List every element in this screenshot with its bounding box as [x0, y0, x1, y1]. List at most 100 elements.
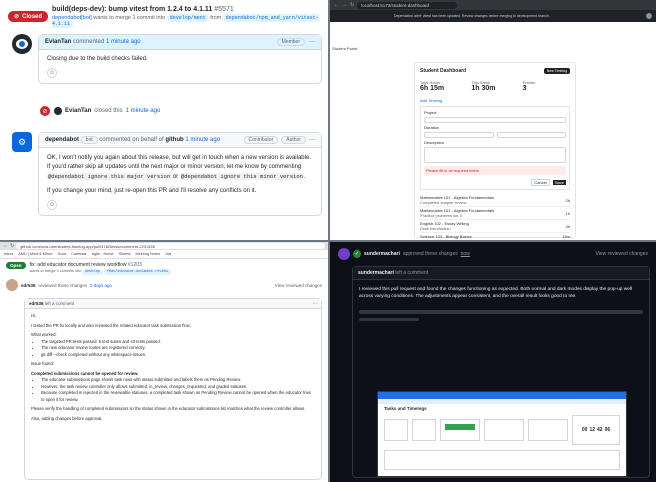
event-time[interactable]: 1 minute ago: [126, 108, 161, 114]
forward-icon[interactable]: →: [342, 2, 347, 8]
sign-off: Also, adding changes before approval.: [31, 415, 103, 421]
bookmark[interactable]: Sheets: [119, 252, 131, 256]
event-action: closed this: [94, 108, 123, 114]
dependabot-icon[interactable]: ⚙: [12, 132, 32, 152]
bookmark[interactable]: AMD | Mind & Mirror: [18, 252, 52, 256]
student-dashboard-window: ← → ↻ localhost:5173/student-dashboard D…: [330, 0, 656, 240]
reaction-icon[interactable]: ☺: [47, 68, 57, 78]
reload-icon[interactable]: ↻: [350, 2, 354, 8]
approval-action: approved these changes: [402, 251, 458, 257]
pr-title: fix: add educator document review workfl…: [29, 262, 127, 268]
project-select[interactable]: [424, 117, 566, 123]
list-item: Because completed is rejected in the rev…: [41, 390, 315, 403]
user-avatar[interactable]: [646, 13, 652, 19]
collapsed-line: [359, 310, 643, 314]
comment-body: OK, I won't notify you again about this …: [47, 155, 311, 180]
base-branch-pill[interactable]: develop: [82, 269, 103, 275]
timelog-list: Mathematics 101 - Algebra Fundamentals Co…: [420, 194, 570, 240]
list-item[interactable]: Science 103 - Biology Basics 15m: [420, 233, 570, 240]
head-branch-pill[interactable]: feat/educator-document-review: [103, 269, 171, 275]
avatar[interactable]: [12, 34, 32, 54]
more-options-icon[interactable]: ···: [313, 301, 318, 306]
bookmark[interactable]: Docs: [58, 252, 67, 256]
greeting: Hi,: [31, 313, 37, 318]
form-label: Project: [424, 110, 437, 115]
list-item[interactable]: Mathematics 101 - Algebra Fundamentals Pr…: [420, 207, 570, 220]
pr-closed-panel: ⊘ Closed build(deps-dev): bump vitest fr…: [0, 0, 328, 240]
merge-text: wants to merge 1 commit into: [93, 15, 166, 21]
closing-text: Please verify the handling of completed …: [31, 406, 306, 411]
org-link[interactable]: github: [165, 137, 183, 143]
event-avatar[interactable]: [54, 107, 62, 115]
comment-action: left a comment: [44, 301, 75, 306]
stat-value: 6h 15m: [420, 85, 445, 92]
closed-state-badge: ⊘ Closed: [8, 11, 49, 22]
back-icon[interactable]: ←: [3, 243, 8, 249]
description-textarea[interactable]: [424, 147, 566, 163]
member-badge: Member: [276, 38, 305, 46]
timer-digit: 00: [581, 427, 588, 433]
timer-digit: 12: [589, 427, 595, 433]
or-text: or: [172, 174, 179, 180]
bookmarks-bar: Inbox AMD | Mind & Mirror Docs Calendar …: [0, 250, 328, 259]
base-branch-pill[interactable]: develop/ment: [166, 14, 209, 22]
comment-time[interactable]: 1 minute ago: [185, 137, 220, 143]
browser-toolbar: ← ↻ github.com/ucla-ntm/student-timelog-…: [0, 242, 328, 250]
screenshot-header: [378, 392, 626, 399]
approval-comment: sundermachari left a comment I reviewed …: [352, 266, 650, 478]
comment-author[interactable]: edr536: [29, 301, 44, 306]
add-timelog-link[interactable]: Add Timelog: [420, 98, 570, 103]
comment-author[interactable]: EvianTan: [45, 39, 71, 45]
bookmark[interactable]: Jira: [165, 252, 171, 256]
comment-header: dependabot bot commented on behalf of gi…: [45, 136, 220, 144]
new-timelog-button[interactable]: New Timelog: [543, 68, 570, 74]
more-options-icon[interactable]: ···: [309, 39, 315, 45]
timer-widget: 00 12 42 06: [572, 415, 620, 445]
save-button[interactable]: Save: [552, 180, 566, 185]
screenshot-card: [440, 419, 480, 441]
approval-event: ✓ sundermachari approved these changes n…: [330, 242, 656, 266]
approved-check-icon: ✓: [353, 250, 361, 258]
minutes-input[interactable]: [496, 132, 566, 138]
view-changes-link[interactable]: View reviewed changes: [275, 283, 322, 288]
reviewer-name[interactable]: edr536: [21, 283, 36, 288]
more-options-icon[interactable]: ···: [309, 137, 315, 143]
list-item[interactable]: English 102 - Essay Writing Draft introdu…: [420, 220, 570, 233]
comment-body: I reviewed this pull request and found t…: [359, 287, 633, 299]
cancel-button[interactable]: Cancel: [531, 179, 550, 186]
view-changes-link[interactable]: View reviewed changes: [596, 251, 648, 257]
comment-time[interactable]: 1 minute ago: [106, 39, 141, 45]
pr-approval-dark: ✓ sundermachari approved these changes n…: [330, 242, 656, 482]
comment-author[interactable]: dependabot: [45, 137, 79, 143]
intro-text: I tested the PR fix locally and also rev…: [31, 322, 191, 328]
comment-para1: OK, I won't notify you again about this …: [47, 155, 311, 170]
entry-duration: 15m: [562, 234, 570, 239]
entry-duration: 3h: [565, 223, 570, 229]
stat-value: 1h 30m: [471, 85, 496, 92]
event-author[interactable]: EvianTan: [65, 108, 91, 114]
approval-time[interactable]: now: [461, 251, 470, 257]
comment-author[interactable]: sundermachari: [358, 270, 394, 276]
review-time[interactable]: 3 days ago: [90, 283, 112, 288]
bookmark[interactable]: Calendar: [71, 252, 86, 256]
screenshot-title: Tasks and Timelogs: [384, 406, 427, 411]
address-bar[interactable]: github.com/ucla-ntm/student-timelog-app/…: [16, 243, 325, 249]
bookmark[interactable]: Inbox: [4, 252, 13, 256]
pr-closed-icon: ⊘: [14, 14, 20, 20]
reload-icon[interactable]: ↻: [10, 243, 14, 249]
section-heading: Issue found:: [31, 361, 54, 366]
hours-input[interactable]: [424, 132, 494, 138]
bookmark[interactable]: Meeting Notes: [135, 252, 159, 256]
reaction-icon[interactable]: ☺: [47, 200, 57, 210]
closed-state-label: Closed: [22, 13, 43, 20]
bookmark[interactable]: Agile - Home: [92, 252, 114, 256]
bot-badge: bot: [80, 136, 98, 144]
list-item[interactable]: Mathematics 101 - Algebra Fundamentals Co…: [420, 194, 570, 207]
reviewer-avatar[interactable]: [338, 248, 350, 260]
back-icon[interactable]: ←: [334, 2, 339, 8]
reviewer-avatar[interactable]: [6, 279, 18, 291]
entry-title: Science 103 - Biology Basics: [420, 234, 472, 239]
address-bar[interactable]: localhost:5173/student-dashboard: [357, 1, 458, 9]
comment-body: Hi, I tested the PR fix locally and also…: [25, 309, 321, 426]
approver-name[interactable]: sundermachari: [364, 251, 400, 257]
